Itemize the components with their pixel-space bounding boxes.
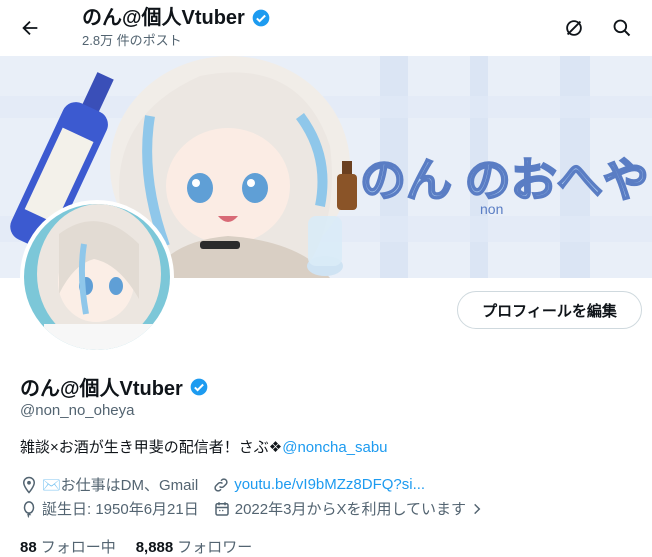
post-count: 2.8万 件のポスト [82,33,182,48]
grok-button[interactable] [556,10,592,46]
back-button[interactable] [12,10,48,46]
verified-badge-icon [252,9,270,27]
following-link[interactable]: 88 フォロー中 [20,536,116,557]
search-icon [613,19,631,37]
balloon-icon [23,500,35,518]
location-item: ✉️お仕事はDM、Gmail [20,474,198,495]
following-label: フォロー中 [40,539,116,556]
search-button[interactable] [604,10,640,46]
bio-text: 雑談×お酒が生き甲斐の配信者！さぶ❖ [20,439,283,456]
profile-avatar[interactable] [20,200,174,354]
grok-icon [566,20,582,36]
arrow-left-icon [22,20,38,36]
profile-handle: @non_no_oheya [20,402,135,419]
followers-count: 8,888 [135,539,174,556]
edit-profile-button[interactable]: プロフィールを編集 [457,291,642,329]
profile-bio: 雑談×お酒が生き甲斐の配信者！さぶ❖@noncha_sabu [20,436,388,457]
profile-name-row: のん@個人Vtuber [20,372,209,401]
birthday-text: 誕生日: 1950年6月21日 [42,501,199,518]
following-count: 88 [20,539,37,556]
joined-item[interactable]: 2022年3月からXを利用しています [213,498,484,519]
verified-badge-icon[interactable] [189,377,209,397]
profile-meta-row-2: 誕生日: 1950年6月21日 2022年3月からXを利用しています [20,498,498,519]
location-pin-icon [22,476,36,494]
avatar-image [24,204,170,350]
follow-stats: 88 フォロー中 8,888 フォロワー [20,536,252,557]
profile-meta-row-1: ✉️お仕事はDM、Gmail youtu.be/vI9bMZz8DFQ?si..… [20,474,439,495]
followers-link[interactable]: 8,888 フォロワー [136,536,253,557]
header-title-block: のん@個人Vtuber 2.8万 件のポスト [82,5,271,50]
work-text: ✉️お仕事はDM、Gmail [42,477,199,494]
banner-logo-sub: non [480,201,503,217]
joined-text: 2022年3月からXを利用しています [234,501,467,518]
top-bar: のん@個人Vtuber 2.8万 件のポスト [0,0,652,56]
banner-logo: のん のおへや [360,154,649,206]
calendar-icon [214,501,229,516]
chevron-right-icon [474,503,481,514]
birthday-item: 誕生日: 1950年6月21日 [20,498,199,519]
bio-mention-link[interactable]: @noncha_sabu [282,439,387,456]
website-link[interactable]: youtu.be/vI9bMZz8DFQ?si... [234,476,425,493]
website-item[interactable]: youtu.be/vI9bMZz8DFQ?si... [212,476,425,494]
header-name: のん@個人Vtuber [82,7,245,29]
link-icon [214,477,228,492]
profile-name: のん@個人Vtuber [20,378,183,400]
followers-label: フォロワー [177,539,253,556]
